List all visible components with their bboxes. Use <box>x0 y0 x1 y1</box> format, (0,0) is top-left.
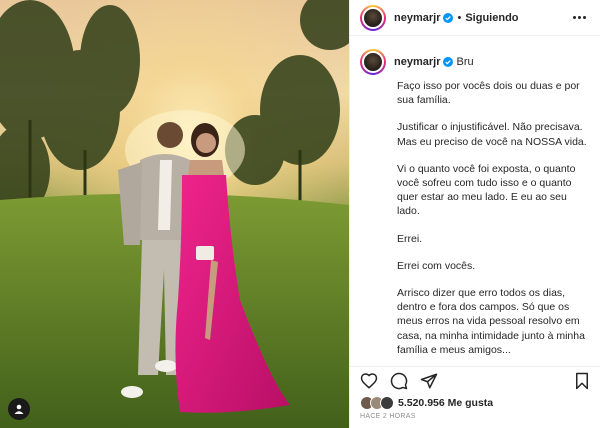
comment-icon[interactable] <box>390 372 408 390</box>
caption-paragraph: Faço isso por vocês dois ou duas e por s… <box>397 80 580 107</box>
caption-paragraph: Errei com vocês. <box>397 259 476 272</box>
separator-dot: • <box>457 11 462 24</box>
more-options-icon[interactable] <box>569 12 590 23</box>
post-photo[interactable] <box>0 0 349 428</box>
caption-body: Faço isso por vocês dois ou duas e por s… <box>397 79 590 357</box>
send-icon[interactable] <box>420 372 438 390</box>
likes-count[interactable]: 5.520.956 Me gusta <box>398 397 493 409</box>
action-bar <box>350 366 600 394</box>
caption-header: neymarjr Bru <box>360 49 590 75</box>
liker-avatar <box>380 396 394 410</box>
photo-scene <box>0 0 349 428</box>
avatar[interactable] <box>360 4 386 31</box>
caption-paragraph: Errei. <box>397 232 423 245</box>
header-username[interactable]: neymarjr <box>394 12 440 24</box>
heart-icon[interactable] <box>360 372 378 390</box>
tagged-users-button[interactable] <box>8 398 30 420</box>
user-tag-icon <box>14 404 24 414</box>
liker-avatars[interactable] <box>360 396 394 410</box>
caption-paragraph: Arrisco dizer que erro todos os dias, de… <box>397 287 585 356</box>
post-side-panel: neymarjr • Siguiendo neymarjr Bru Faço i… <box>349 0 600 428</box>
likes-row: 5.520.956 Me gusta <box>360 396 493 410</box>
following-button[interactable]: Siguiendo <box>465 12 518 24</box>
post-timestamp: HACE 2 HORAS <box>360 413 416 420</box>
caption-paragraph: Vi o quanto você foi exposta, o quanto v… <box>397 162 576 218</box>
verified-badge-icon <box>443 57 454 67</box>
caption-username[interactable]: neymarjr <box>394 56 440 68</box>
caption-paragraph: Justificar o injustificável. Não precisa… <box>397 121 587 148</box>
caption-avatar[interactable] <box>360 49 386 75</box>
post-header: neymarjr • Siguiendo <box>350 0 600 36</box>
verified-badge-icon <box>443 12 454 23</box>
caption-area: neymarjr Bru Faço isso por vocês dois ou… <box>350 37 600 362</box>
caption-title: Bru <box>456 56 474 68</box>
bookmark-icon[interactable] <box>574 372 590 390</box>
